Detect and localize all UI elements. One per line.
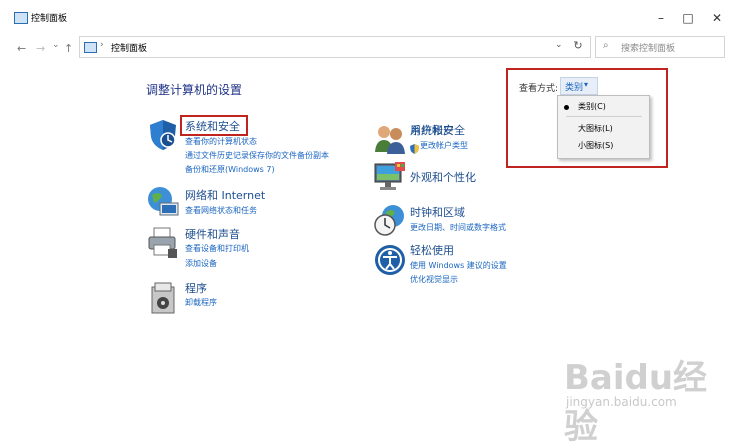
view-by-dropdown[interactable]: 类别 ▾ bbox=[560, 77, 598, 95]
link-file-history[interactable]: 通过文件历史记录保存你的文件备份副本 bbox=[185, 150, 329, 161]
category-title-ease-of-access[interactable]: 轻松使用 bbox=[410, 242, 454, 258]
category-title-system-security[interactable]: 系统和安全 bbox=[185, 118, 240, 134]
link-network-status[interactable]: 查看网络状态和任务 bbox=[185, 205, 257, 216]
breadcrumb-control-panel[interactable]: 控制面板 bbox=[111, 41, 147, 54]
link-devices-printers[interactable]: 查看设备和打印机 bbox=[185, 243, 249, 254]
address-bar[interactable]: › 控制面板 ⌄ bbox=[79, 36, 591, 58]
control-panel-icon bbox=[84, 42, 97, 53]
window-title: 控制面板 bbox=[31, 14, 68, 24]
link-change-account-type[interactable]: 更改帐户类型 bbox=[420, 140, 468, 151]
search-icon: ⌕ bbox=[603, 40, 609, 51]
selected-dot-icon bbox=[564, 105, 569, 110]
link-windows-recommended-settings[interactable]: 使用 Windows 建议的设置 bbox=[410, 260, 507, 271]
monitor-icon[interactable] bbox=[373, 160, 407, 194]
category-title-user-accounts[interactable]: 用户帐户 bbox=[410, 122, 454, 138]
link-optimize-visual-display[interactable]: 优化视觉显示 bbox=[410, 274, 458, 285]
chevron-down-icon: ▾ bbox=[584, 80, 589, 89]
forward-arrow-icon[interactable]: → bbox=[36, 42, 45, 55]
view-by-label: 查看方式: bbox=[519, 84, 559, 94]
programs-icon[interactable] bbox=[146, 281, 180, 315]
title-bar: 控制面板 – □ ✕ bbox=[0, 0, 739, 34]
uac-shield-icon bbox=[410, 139, 419, 154]
link-view-computer-status[interactable]: 查看你的计算机状态 bbox=[185, 136, 257, 147]
clock-globe-icon[interactable] bbox=[373, 203, 407, 237]
minimize-button[interactable]: – bbox=[646, 8, 676, 28]
back-arrow-icon[interactable]: ← bbox=[17, 42, 26, 55]
category-title-network-internet[interactable]: 网络和 Internet bbox=[185, 187, 265, 203]
category-title-clock-region[interactable]: 时钟和区域 bbox=[410, 204, 465, 220]
view-by-menu: 类别(C) 大图标(L) 小图标(S) bbox=[557, 95, 650, 159]
shield-icon[interactable] bbox=[146, 118, 180, 152]
link-change-date-time-format[interactable]: 更改日期、时间或数字格式 bbox=[410, 222, 506, 233]
search-placeholder: 搜索控制面板 bbox=[621, 44, 676, 54]
category-title-hardware-sound[interactable]: 硬件和声音 bbox=[185, 226, 240, 242]
view-by-value: 类别 bbox=[565, 83, 584, 93]
link-uninstall-program[interactable]: 卸载程序 bbox=[185, 297, 217, 308]
maximize-button[interactable]: □ bbox=[673, 8, 703, 28]
globe-network-icon[interactable] bbox=[146, 185, 180, 219]
category-title-programs[interactable]: 程序 bbox=[185, 280, 207, 296]
users-icon[interactable] bbox=[373, 122, 407, 156]
printer-icon[interactable] bbox=[146, 225, 180, 259]
address-dropdown-icon[interactable]: ⌄ bbox=[555, 40, 563, 50]
category-title-appearance[interactable]: 外观和个性化 bbox=[410, 169, 476, 185]
up-arrow-icon[interactable]: ↑ bbox=[64, 42, 73, 55]
menu-item-large-icons[interactable]: 大图标(L) bbox=[558, 120, 649, 138]
link-add-device[interactable]: 添加设备 bbox=[185, 258, 217, 269]
search-input[interactable]: ⌕ 搜索控制面板 bbox=[595, 36, 725, 58]
menu-item-category[interactable]: 类别(C) bbox=[558, 98, 649, 116]
menu-item-small-icons[interactable]: 小图标(S) bbox=[558, 137, 649, 155]
page-title: 调整计算机的设置 bbox=[146, 83, 243, 97]
menu-divider bbox=[566, 116, 642, 117]
watermark-url: jingyan.baidu.com bbox=[566, 395, 677, 409]
recent-locations-icon[interactable]: ⌄ bbox=[52, 40, 60, 50]
close-button[interactable]: ✕ bbox=[702, 8, 732, 28]
ease-of-access-icon[interactable] bbox=[373, 243, 407, 277]
breadcrumb-chevron-icon: › bbox=[100, 40, 104, 50]
link-backup-restore[interactable]: 备份和还原(Windows 7) bbox=[185, 164, 275, 175]
refresh-button[interactable]: ↻ bbox=[567, 36, 589, 56]
control-panel-icon bbox=[14, 12, 28, 24]
